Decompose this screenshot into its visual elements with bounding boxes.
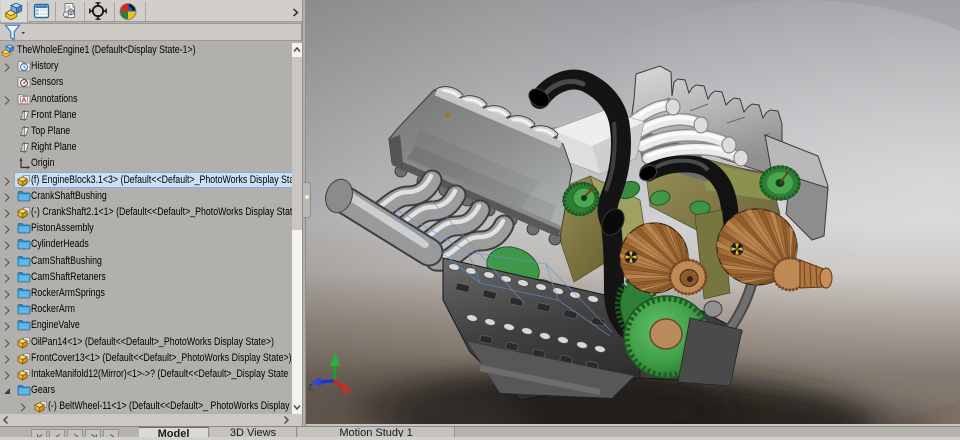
svg-text:A: A bbox=[21, 95, 27, 104]
svg-text:X: X bbox=[349, 391, 355, 400]
svg-text:Z: Z bbox=[308, 383, 313, 392]
